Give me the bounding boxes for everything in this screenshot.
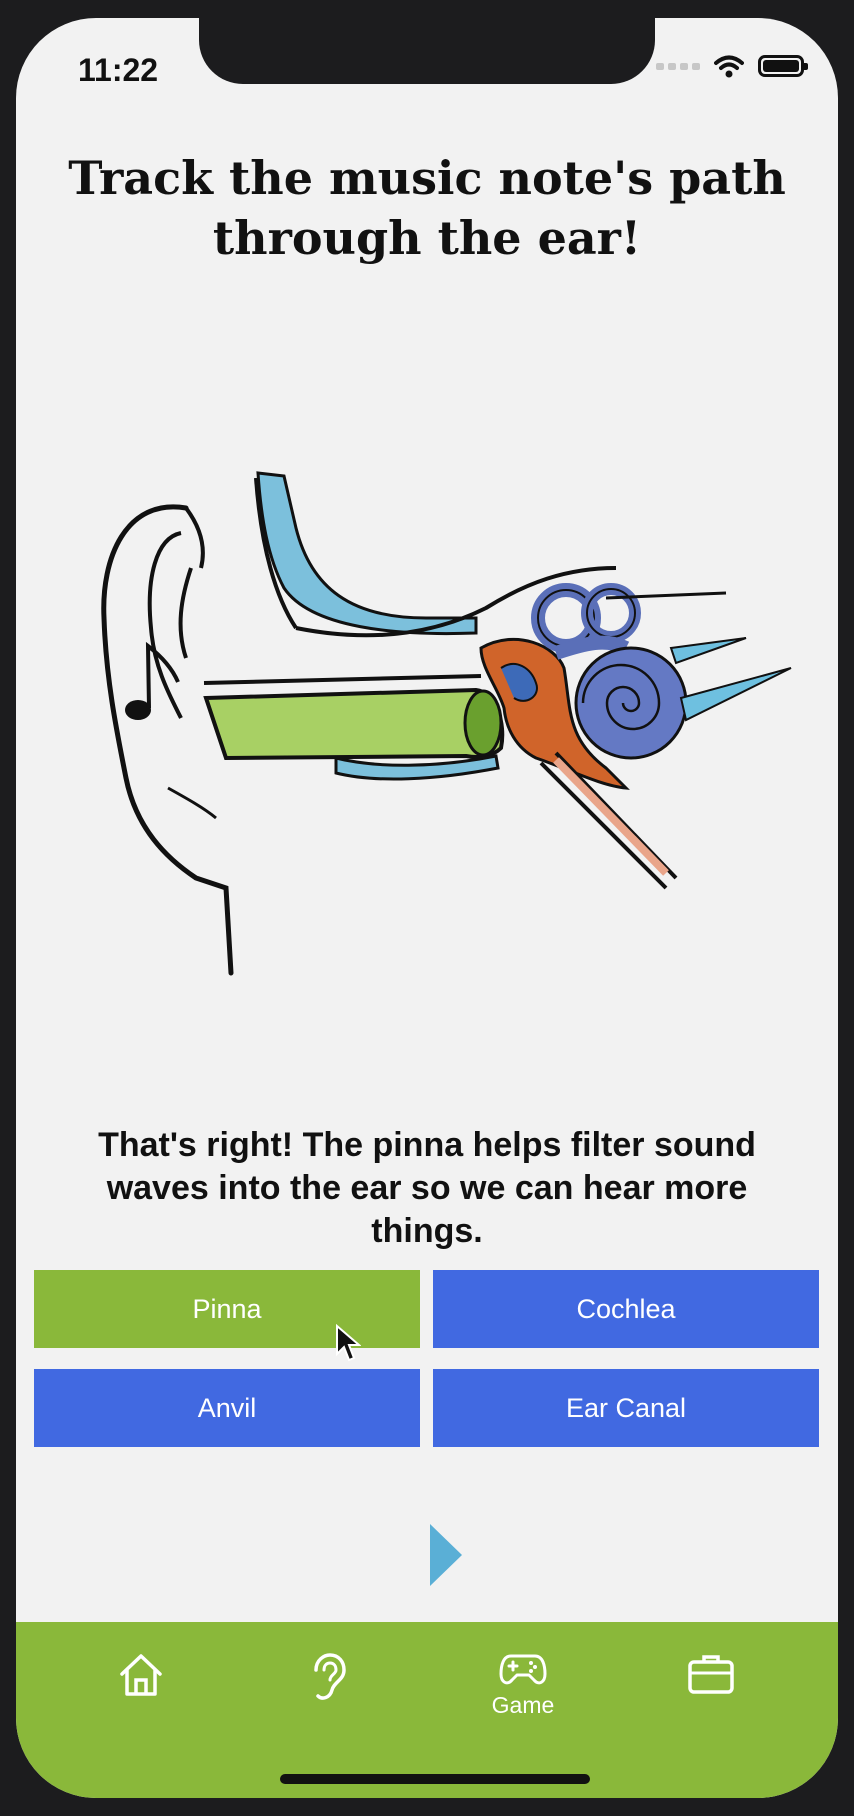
answer-cochlea-button[interactable]: Cochlea bbox=[433, 1270, 819, 1348]
gamepad-icon bbox=[499, 1654, 547, 1685]
home-indicator bbox=[280, 1774, 590, 1784]
tab-briefcase[interactable] bbox=[656, 1652, 766, 1732]
next-arrow-button[interactable] bbox=[430, 1524, 462, 1586]
mouse-cursor-icon bbox=[336, 1324, 361, 1362]
home-icon bbox=[120, 1654, 162, 1696]
notch bbox=[199, 18, 655, 84]
tab-bar: Game bbox=[16, 1622, 838, 1798]
phone-screen: 11:22 Track the music note's path throug… bbox=[16, 18, 838, 1798]
status-icons bbox=[656, 54, 808, 78]
answer-ear-canal-button[interactable]: Ear Canal bbox=[433, 1369, 819, 1447]
battery-icon bbox=[758, 55, 808, 77]
feedback-message: That's right! The pinna helps filter sou… bbox=[98, 1126, 756, 1250]
status-time: 11:22 bbox=[78, 52, 159, 88]
ear-icon bbox=[314, 1653, 346, 1700]
tab-game-label: Game bbox=[491, 1692, 555, 1718]
tab-home[interactable] bbox=[86, 1652, 196, 1732]
ear-diagram bbox=[101, 471, 792, 976]
tab-game[interactable]: Game bbox=[468, 1652, 578, 1732]
briefcase-icon bbox=[688, 1655, 734, 1694]
page-title: Track the music note's path through the … bbox=[68, 151, 786, 265]
tab-ear[interactable] bbox=[273, 1652, 383, 1732]
answer-pinna-button[interactable]: Pinna bbox=[34, 1270, 420, 1348]
answer-anvil-button[interactable]: Anvil bbox=[34, 1369, 420, 1447]
wifi-icon bbox=[714, 55, 744, 78]
signal-icon bbox=[656, 62, 700, 70]
